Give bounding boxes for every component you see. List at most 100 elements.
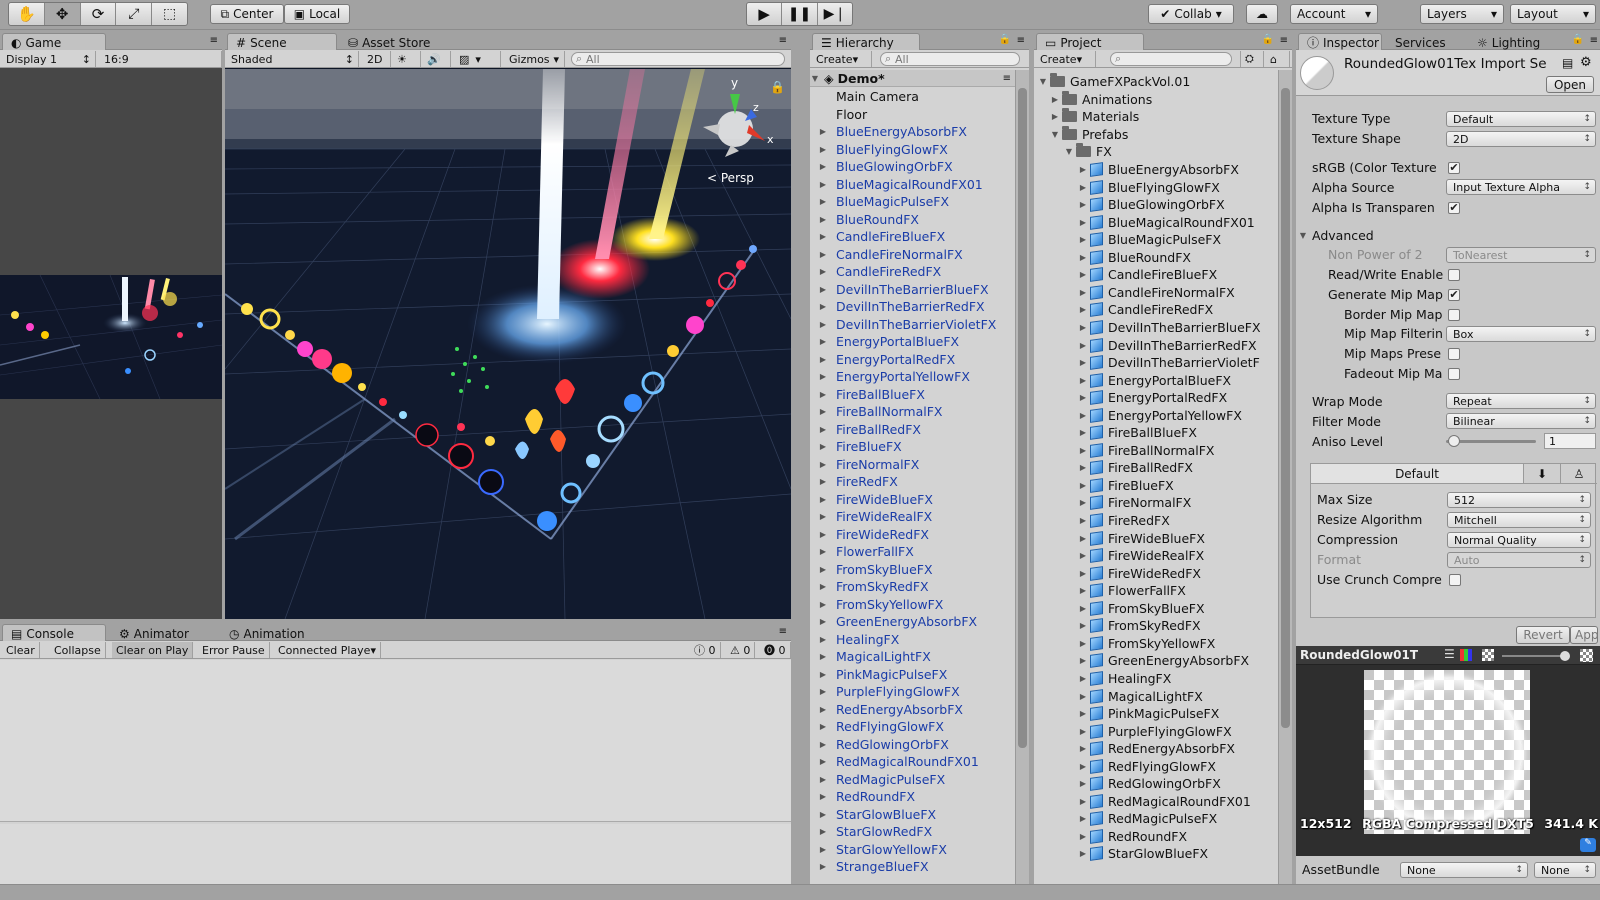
expand-arrow-icon[interactable]: ▶ bbox=[818, 285, 828, 294]
scene-search-input[interactable]: ⌕ All bbox=[571, 52, 785, 66]
expand-arrow-icon[interactable]: ▶ bbox=[818, 232, 828, 241]
expand-arrow-icon[interactable]: ▶ bbox=[1078, 516, 1088, 525]
project-asset-item[interactable]: ▶ DevilInTheBarrierBlueFX bbox=[1078, 319, 1261, 336]
expand-arrow-icon[interactable]: ▶ bbox=[1078, 797, 1088, 806]
revert-button[interactable]: Revert bbox=[1516, 626, 1570, 644]
clear-on-play-toggle[interactable]: Clear on Play bbox=[112, 642, 194, 658]
hierarchy-item[interactable]: ▶ EnergyPortalYellowFX bbox=[818, 368, 970, 385]
warning-filter-toggle[interactable]: ⚠ 0 bbox=[726, 642, 756, 658]
expand-arrow-icon[interactable]: ▶ bbox=[818, 390, 828, 399]
format-select[interactable]: Auto bbox=[1447, 552, 1591, 568]
hierarchy-item[interactable]: ▶ RedRoundFX bbox=[818, 788, 915, 805]
hierarchy-item[interactable]: ▶ FireWideRealFX bbox=[818, 508, 932, 525]
expand-arrow-icon[interactable]: ▶ bbox=[818, 320, 828, 329]
open-button[interactable]: Open bbox=[1546, 76, 1594, 93]
hierarchy-item[interactable]: ▶ EnergyPortalRedFX bbox=[818, 351, 955, 368]
lock-icon[interactable]: 🔒 bbox=[770, 80, 785, 94]
aniso-slider[interactable] bbox=[1446, 435, 1536, 447]
expand-arrow-icon[interactable]: ▶ bbox=[818, 652, 828, 661]
lock-icon[interactable]: 🔒 bbox=[1572, 34, 1584, 45]
expand-arrow-icon[interactable]: ▶ bbox=[818, 127, 828, 136]
project-asset-item[interactable]: ▶ PurpleFlyingGlowFX bbox=[1078, 723, 1232, 740]
readwrite-checkbox[interactable] bbox=[1448, 269, 1460, 281]
expand-arrow-icon[interactable]: ▶ bbox=[818, 670, 828, 679]
project-asset-item[interactable]: ▶ BlueMagicalRoundFX01 bbox=[1078, 214, 1255, 231]
hierarchy-item[interactable]: ▶ HealingFX bbox=[818, 631, 899, 648]
pivot-local-button[interactable]: ▣ Local bbox=[284, 4, 350, 24]
hierarchy-item[interactable]: ▶ CandleFireRedFX bbox=[818, 263, 941, 280]
expand-arrow-icon[interactable]: ▶ bbox=[1078, 674, 1088, 683]
crunch-checkbox[interactable] bbox=[1449, 574, 1461, 586]
gen-mip-checkbox[interactable]: ✔ bbox=[1448, 289, 1460, 301]
expand-arrow-icon[interactable]: ▶ bbox=[1078, 849, 1088, 858]
expand-arrow-icon[interactable]: ▶ bbox=[1078, 411, 1088, 420]
tab-scene[interactable]: # Scene bbox=[227, 33, 337, 50]
hierarchy-item[interactable]: ▶ StarGlowRedFX bbox=[818, 823, 932, 840]
expand-arrow-icon[interactable]: ▶ bbox=[818, 775, 828, 784]
mip-slider[interactable] bbox=[1502, 651, 1570, 661]
project-asset-item[interactable]: ▶ HealingFX bbox=[1078, 670, 1171, 687]
hierarchy-item[interactable]: ▶ BlueEnergyAbsorbFX bbox=[818, 123, 967, 140]
project-asset-item[interactable]: ▶ FireBallNormalFX bbox=[1078, 442, 1215, 459]
expand-arrow-icon[interactable]: ▶ bbox=[1078, 200, 1088, 209]
hierarchy-item[interactable]: ▶ FromSkyYellowFX bbox=[818, 596, 943, 613]
help-icon[interactable]: ▤ bbox=[1562, 56, 1573, 70]
expand-arrow-icon[interactable]: ▼ bbox=[1064, 147, 1074, 156]
expand-arrow-icon[interactable]: ▶ bbox=[1078, 235, 1088, 244]
project-asset-item[interactable]: ▶ FireNormalFX bbox=[1078, 494, 1191, 511]
rect-tool-button[interactable]: ⬚ bbox=[152, 3, 187, 25]
hierarchy-item[interactable]: ▶ BlueGlowingOrbFX bbox=[818, 158, 953, 175]
hierarchy-item[interactable]: ▶ GreenEnergyAbsorbFX bbox=[818, 613, 977, 630]
expand-arrow-icon[interactable]: ▶ bbox=[1078, 428, 1088, 437]
apply-button[interactable]: Apply bbox=[1570, 626, 1598, 644]
tab-asset-store[interactable]: ⛁ Asset Store bbox=[339, 33, 449, 50]
expand-arrow-icon[interactable]: ▶ bbox=[818, 460, 828, 469]
mip-preserve-checkbox[interactable] bbox=[1448, 348, 1460, 360]
expand-arrow-icon[interactable]: ▼ bbox=[1038, 77, 1048, 86]
expand-arrow-icon[interactable]: ▶ bbox=[818, 617, 828, 626]
alpha-transparency-checkbox[interactable]: ✔ bbox=[1448, 202, 1460, 214]
lock-icon[interactable]: 🔒 bbox=[999, 34, 1011, 45]
advanced-foldout[interactable]: ▼ Advanced bbox=[1298, 227, 1374, 244]
expand-arrow-icon[interactable]: ▶ bbox=[1078, 727, 1088, 736]
scale-tool-button[interactable]: ⤢ bbox=[116, 3, 153, 25]
project-asset-item[interactable]: ▶ FromSkyRedFX bbox=[1078, 617, 1201, 634]
expand-arrow-icon[interactable]: ▶ bbox=[1078, 288, 1088, 297]
hierarchy-scroll-thumb[interactable] bbox=[1018, 88, 1027, 748]
expand-arrow-icon[interactable]: ▶ bbox=[818, 425, 828, 434]
expand-arrow-icon[interactable]: ▶ bbox=[1078, 183, 1088, 192]
project-asset-item[interactable]: ▶ RedGlowingOrbFX bbox=[1078, 775, 1221, 792]
2d-toggle[interactable]: 2D bbox=[363, 51, 391, 67]
mip-slider-thumb[interactable] bbox=[1560, 651, 1570, 661]
expand-arrow-icon[interactable]: ▶ bbox=[818, 477, 828, 486]
tab-console[interactable]: ▤ Console bbox=[2, 624, 106, 641]
hierarchy-item[interactable]: ▶ BlueRoundFX bbox=[818, 211, 919, 228]
expand-arrow-icon[interactable]: ▶ bbox=[818, 162, 828, 171]
mip-large-icon[interactable] bbox=[1580, 649, 1593, 662]
project-create-dropdown[interactable]: Create ▾ bbox=[1036, 51, 1096, 67]
project-asset-item[interactable]: ▶ EnergyPortalRedFX bbox=[1078, 389, 1227, 406]
aspect-select[interactable]: 16:9 bbox=[100, 51, 222, 67]
project-asset-item[interactable]: ▶ RedMagicalRoundFX01 bbox=[1078, 793, 1251, 810]
expand-arrow-icon[interactable]: ▶ bbox=[1050, 95, 1060, 104]
project-asset-item[interactable]: ▶ EnergyPortalBlueFX bbox=[1078, 372, 1231, 389]
expand-arrow-icon[interactable]: ▶ bbox=[1078, 498, 1088, 507]
move-tool-button[interactable]: ✥ bbox=[44, 3, 81, 25]
scene-root-row[interactable]: ▼ ◈ Demo* ≡ bbox=[810, 70, 1015, 87]
hierarchy-item[interactable]: ▶ StrangeBlueFX bbox=[818, 858, 929, 875]
hierarchy-item[interactable]: ▶ EnergyPortalBlueFX bbox=[818, 333, 959, 350]
hierarchy-item[interactable]: ▶ PinkMagicPulseFX bbox=[818, 666, 947, 683]
expand-arrow-icon[interactable]: ▶ bbox=[818, 215, 828, 224]
hierarchy-item[interactable]: ▶ BlueMagicPulseFX bbox=[818, 193, 949, 210]
connected-player-dropdown[interactable]: Connected Playe ▾ bbox=[274, 642, 381, 658]
error-pause-toggle[interactable]: Error Pause bbox=[198, 642, 270, 658]
scene-viewport[interactable]: y z x < Persp 🔒 bbox=[225, 69, 791, 619]
hierarchy-item[interactable]: Main Camera bbox=[818, 88, 919, 105]
pivot-center-button[interactable]: ⧉ Center bbox=[210, 4, 284, 24]
clear-button[interactable]: Clear bbox=[2, 642, 40, 658]
tab-lighting[interactable]: ☼ Lighting bbox=[1468, 33, 1566, 50]
hierarchy-item[interactable]: ▶ FireBallBlueFX bbox=[818, 386, 925, 403]
expand-arrow-icon[interactable]: ▶ bbox=[818, 512, 828, 521]
hierarchy-item[interactable]: ▶ FromSkyRedFX bbox=[818, 578, 929, 595]
expand-arrow-icon[interactable]: ▶ bbox=[818, 687, 828, 696]
